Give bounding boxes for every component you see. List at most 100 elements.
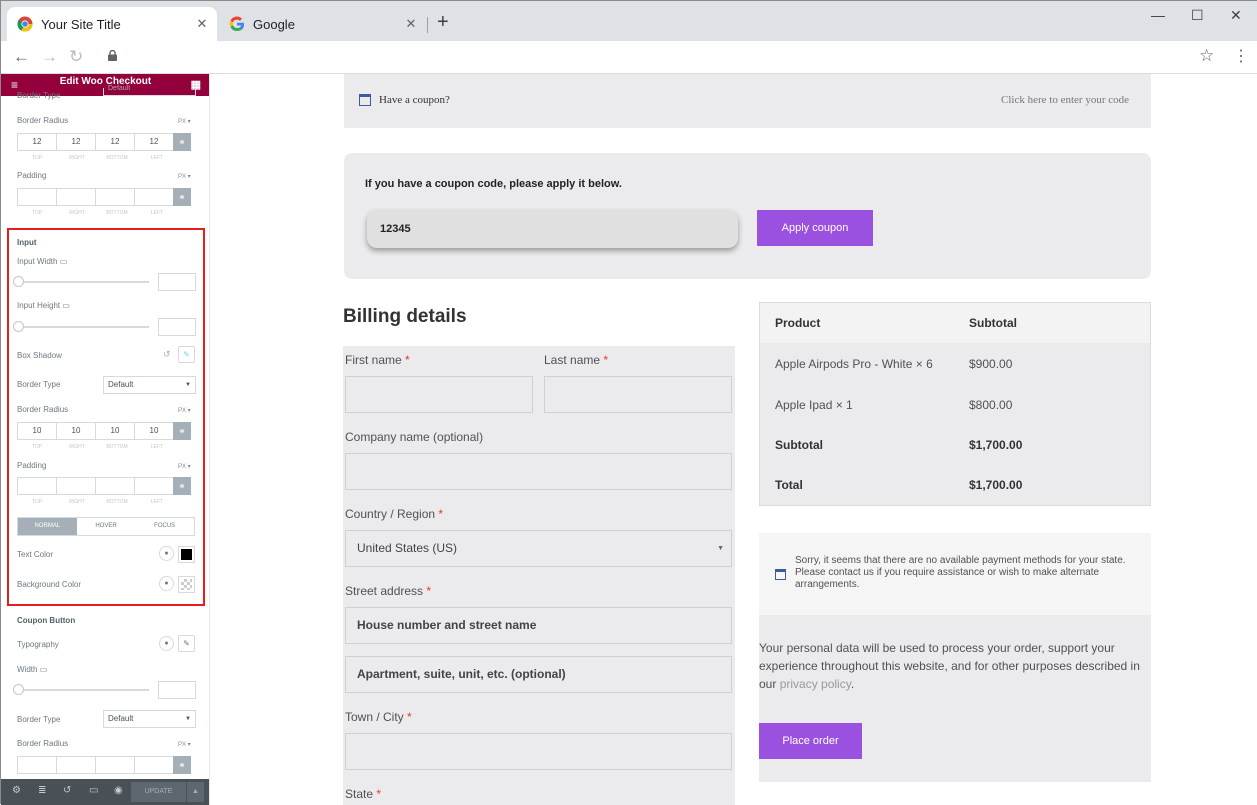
responsive-icon[interactable]: ▭ — [89, 785, 98, 796]
dimension-labels: TOPRIGHTBOTTOMLEFT — [17, 155, 177, 161]
link-icon[interactable]: ⚭ — [173, 188, 191, 206]
table-header-row: ProductSubtotal — [760, 303, 1150, 343]
editor-panel: ≡ Edit Woo Checkout ▦ Border Type Defaul… — [1, 74, 210, 805]
radius-right-input[interactable] — [56, 756, 96, 774]
globe-icon[interactable]: ● — [159, 636, 174, 651]
padding-left-input[interactable] — [134, 188, 174, 206]
first-name-field[interactable] — [345, 376, 533, 413]
new-tab-icon[interactable]: + — [437, 12, 449, 32]
minimize-icon[interactable]: — — [1151, 7, 1165, 23]
table-row: Apple Ipad × 1$800.00 — [760, 385, 1150, 425]
border-radius-label: Border Radius — [17, 739, 68, 748]
unit-select[interactable]: PX ▾ — [178, 118, 191, 125]
settings-icon[interactable]: ⚙ — [12, 785, 21, 796]
layers-icon[interactable]: ≣ — [38, 785, 46, 796]
chrome-icon — [17, 16, 33, 32]
place-order-button[interactable]: Place order — [759, 723, 862, 759]
unit-select[interactable]: PX ▾ — [178, 173, 191, 180]
tab-google[interactable]: Google ✕ — [221, 7, 426, 41]
back-icon[interactable]: ← — [13, 47, 30, 67]
total-row: Total$1,700.00 — [760, 465, 1150, 505]
table-row: Apple Airpods Pro - White × 6$900.00 — [760, 344, 1150, 384]
radius-top-input[interactable]: 12 — [17, 133, 57, 151]
coupon-prompt: If you have a coupon code, please apply … — [365, 178, 622, 190]
subtotal-row: Subtotal$1,700.00 — [760, 425, 1150, 465]
radius-left-input[interactable] — [134, 756, 174, 774]
width-slider[interactable] — [17, 689, 149, 691]
street-address-1-field[interactable]: House number and street name — [345, 607, 732, 644]
history-icon[interactable]: ↺ — [63, 785, 71, 796]
radius-right-input[interactable]: 12 — [56, 133, 96, 151]
menu-icon[interactable]: ⋮ — [1233, 46, 1249, 66]
company-field[interactable] — [345, 453, 732, 490]
border-type-label: Border Type — [17, 715, 60, 724]
privacy-policy-link[interactable]: privacy policy — [780, 677, 851, 691]
width-label: Width ▭ — [17, 665, 47, 674]
billing-heading: Billing details — [343, 306, 467, 328]
last-name-field[interactable] — [544, 376, 732, 413]
border-type-label-partial: Border Type — [17, 91, 60, 100]
coupon-button-section-title: Coupon Button — [17, 616, 75, 625]
browser-window: Your Site Title ✕ Google ✕ + — ☐ ✕ ← → ↻… — [0, 0, 1257, 804]
border-type-select-top[interactable]: Default — [103, 88, 196, 96]
preview-eye-icon[interactable]: ◉ — [114, 785, 123, 796]
tab-your-site-title[interactable]: Your Site Title ✕ — [7, 7, 217, 41]
border-type-select[interactable]: Default▼ — [103, 710, 196, 728]
tab-bar: Your Site Title ✕ Google ✕ + — ☐ ✕ — [1, 1, 1257, 41]
tab-divider — [427, 17, 428, 33]
slider-handle[interactable] — [13, 684, 24, 695]
calendar-icon — [775, 569, 786, 580]
unit-select[interactable]: PX ▾ — [178, 741, 191, 748]
link-icon[interactable]: ⚭ — [173, 756, 191, 774]
maximize-icon[interactable]: ☐ — [1191, 7, 1204, 24]
payment-notice: Sorry, it seems that there are no availa… — [759, 533, 1151, 615]
apply-coupon-button[interactable]: Apply coupon — [757, 210, 873, 246]
calendar-icon — [359, 94, 371, 106]
highlight-box — [7, 228, 205, 606]
typography-label: Typography — [17, 640, 59, 649]
padding-label: Padding — [17, 171, 46, 180]
tab-title: Google — [253, 17, 402, 32]
country-label: Country / Region * — [345, 507, 443, 521]
tab-title: Your Site Title — [41, 17, 193, 32]
payment-notice-text: Sorry, it seems that there are no availa… — [795, 555, 1135, 591]
lock-icon — [108, 50, 117, 61]
width-value[interactable] — [158, 681, 196, 699]
radius-left-input[interactable]: 12 — [134, 133, 174, 151]
padding-right-input[interactable] — [56, 188, 96, 206]
radius-top-input[interactable] — [17, 756, 57, 774]
forward-icon[interactable]: → — [41, 47, 58, 67]
padding-bottom-input[interactable] — [95, 188, 135, 206]
coupon-notice: Have a coupon? Click here to enter your … — [344, 74, 1151, 128]
privacy-text: Your personal data will be used to proce… — [759, 639, 1151, 693]
close-icon[interactable]: ✕ — [193, 16, 211, 32]
update-button[interactable]: UPDATE — [131, 782, 186, 802]
last-name-label: Last name * — [544, 353, 608, 367]
state-label: State * — [345, 787, 381, 801]
street-label: Street address * — [345, 584, 431, 598]
padding-top-input[interactable] — [17, 188, 57, 206]
coupon-toggle-link[interactable]: Click here to enter your code — [1001, 94, 1129, 106]
link-icon[interactable]: ⚭ — [173, 133, 191, 151]
country-select[interactable]: United States (US)▼ — [345, 530, 732, 567]
google-icon — [229, 16, 245, 32]
radius-bottom-input[interactable]: 12 — [95, 133, 135, 151]
town-field[interactable] — [345, 733, 732, 770]
bookmark-star-icon[interactable]: ☆ — [1199, 46, 1214, 66]
reload-icon[interactable]: ↻ — [69, 47, 83, 67]
coupon-code-input[interactable]: 12345 — [367, 210, 738, 248]
street-address-2-field[interactable]: Apartment, suite, unit, etc. (optional) — [345, 656, 732, 693]
billing-form: First name * Last name * Company name (o… — [343, 346, 735, 805]
edit-pencil-icon[interactable]: ✎ — [178, 635, 195, 652]
window-close-icon[interactable]: ✕ — [1230, 7, 1242, 24]
dimension-labels: TOPRIGHTBOTTOMLEFT — [17, 210, 177, 216]
chevron-up-icon[interactable]: ▲ — [187, 782, 204, 802]
border-radius-control: 12 12 12 12 ⚭ — [17, 133, 195, 151]
close-icon[interactable]: ✕ — [402, 16, 420, 32]
padding-control: ⚭ — [17, 188, 195, 206]
radius-bottom-input[interactable] — [95, 756, 135, 774]
coupon-notice-text: Have a coupon? — [379, 94, 450, 106]
chevron-down-icon: ▼ — [717, 531, 724, 566]
company-label: Company name (optional) — [345, 430, 483, 444]
chevron-down-icon: ▼ — [185, 711, 191, 727]
